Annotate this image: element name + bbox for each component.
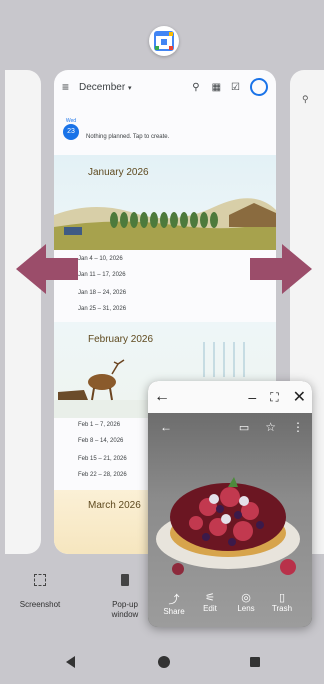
more-icon[interactable]: ⋮ (292, 420, 304, 434)
photo-action-bar: ⤴ Share ⚟ Edit ◎ Lens ▯ Trash (148, 589, 312, 627)
account-avatar[interactable] (250, 78, 268, 96)
cast-icon[interactable]: ▭ (239, 421, 249, 434)
month-title-february: February 2026 (88, 334, 154, 345)
trash-button[interactable]: ▯ Trash (268, 591, 296, 613)
today-day-label: Wed (65, 118, 77, 124)
minimize-icon[interactable]: – (248, 389, 256, 405)
left-recent-app-card[interactable] (5, 70, 41, 554)
today-day-number: 23 (63, 124, 79, 140)
week-row[interactable]: Jan 25 – 31, 2026 (78, 306, 126, 312)
today-empty-message[interactable]: Nothing planned. Tap to create. (86, 134, 169, 140)
trash-icon: ▯ (278, 592, 286, 604)
popup-window[interactable]: ← – ⛶ ✕ ← ▭ ☆ ⋮ ⤴ Share ⚟ Edit ◎ Lens ▯ … (148, 381, 312, 627)
month-selector[interactable]: December ▾ (79, 82, 131, 93)
search-icon[interactable]: ⚲ (192, 82, 199, 93)
popup-window-button[interactable]: Pop-up window (95, 568, 155, 624)
calendar-app-icon[interactable] (149, 26, 179, 56)
close-icon[interactable]: ✕ (293, 387, 306, 407)
photo-toolbar: ← ▭ ☆ ⋮ (148, 413, 312, 441)
popup-window-titlebar[interactable]: ← – ⛶ ✕ (148, 381, 312, 413)
photo-viewer[interactable]: ← ▭ ☆ ⋮ ⤴ Share ⚟ Edit ◎ Lens ▯ Trash (148, 413, 312, 627)
share-icon: ⤴ (168, 594, 180, 606)
lens-label: Lens (237, 604, 255, 613)
google-calendar-icon (154, 31, 174, 51)
home-icon[interactable] (158, 656, 170, 668)
week-row[interactable]: Feb 8 – 14, 2026 (78, 438, 123, 444)
popup-window-label-2: window (111, 610, 139, 619)
share-button[interactable]: ⤴ Share (160, 591, 188, 616)
lens-button[interactable]: ◎ Lens (232, 591, 260, 613)
swipe-right-arrow-icon (250, 244, 312, 294)
trash-label: Trash (271, 604, 293, 613)
screenshot-button[interactable]: Screenshot (10, 568, 70, 618)
tart-photo (156, 477, 300, 575)
week-row[interactable]: Jan 4 – 10, 2026 (78, 256, 123, 262)
search-icon: ⚲ (302, 94, 309, 104)
edit-button[interactable]: ⚟ Edit (196, 591, 224, 613)
maximize-icon[interactable]: ⛶ (270, 390, 278, 405)
month-selector-label: December (79, 81, 126, 93)
edit-label: Edit (203, 604, 217, 613)
swipe-left-arrow-icon (16, 244, 78, 294)
star-icon[interactable]: ☆ (265, 420, 276, 434)
recents-icon[interactable] (250, 657, 260, 667)
month-title-january: January 2026 (88, 167, 149, 178)
week-row[interactable]: Feb 15 – 21, 2026 (78, 456, 127, 462)
menu-icon[interactable]: ≡ (62, 80, 69, 94)
week-row[interactable]: Jan 18 – 24, 2026 (78, 290, 126, 296)
calendar-toolbar: ≡ December ▾ ⚲ ▦ ☑ (54, 70, 276, 104)
popup-window-icon (121, 574, 129, 586)
month-title-march: March 2026 (88, 500, 141, 511)
screenshot-icon (34, 574, 46, 586)
tasks-icon[interactable]: ☑ (231, 82, 240, 93)
system-navigation-bar (0, 640, 324, 684)
edit-icon: ⚟ (205, 592, 215, 604)
back-arrow-icon[interactable]: ← (160, 420, 172, 434)
share-label: Share (163, 607, 185, 616)
week-row[interactable]: Jan 11 – 17, 2026 (78, 272, 126, 278)
popup-window-label-1: Pop-up (112, 600, 138, 609)
calendar-view-icon[interactable]: ▦ (212, 82, 221, 93)
week-row[interactable]: Feb 22 – 28, 2026 (78, 472, 127, 478)
screenshot-label: Screenshot (19, 600, 61, 609)
dropdown-arrow-icon: ▾ (127, 84, 132, 92)
back-icon[interactable] (66, 656, 75, 668)
today-date-chip[interactable]: Wed 23 (62, 118, 80, 140)
lens-icon: ◎ (241, 592, 251, 604)
back-arrow-icon[interactable]: ← (154, 388, 170, 406)
week-row[interactable]: Feb 1 – 7, 2026 (78, 422, 120, 428)
